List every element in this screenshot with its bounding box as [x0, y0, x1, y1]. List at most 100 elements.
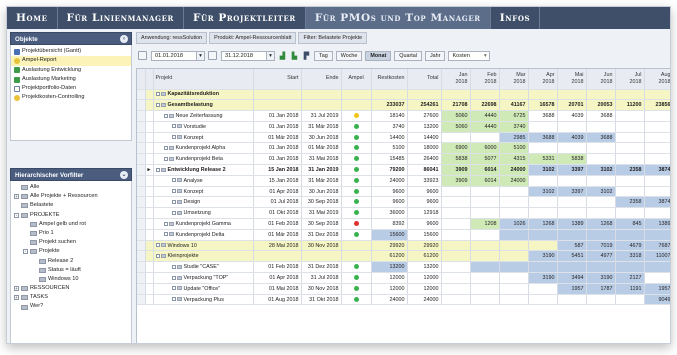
project-name-cell[interactable]: Entwicklung Release 2 [153, 164, 254, 176]
column-header[interactable]: Start [253, 69, 302, 90]
tree-toggle-icon[interactable] [155, 243, 160, 248]
period-button-quartal[interactable]: Quartal [394, 50, 422, 61]
period-button-tag[interactable]: Tag [314, 50, 333, 61]
expand-icon[interactable]: + [14, 194, 19, 200]
project-name-cell[interactable]: Windows 10 [153, 240, 254, 252]
filter-tree-item[interactable]: + TASKS [11, 293, 131, 302]
calendar-icon[interactable]: ▾ [266, 51, 274, 60]
row-checkbox[interactable] [137, 283, 146, 295]
row-checkbox[interactable] [137, 218, 146, 230]
filter-tree-item[interactable]: Wer? [11, 302, 131, 311]
row-checkbox[interactable] [137, 142, 146, 155]
tree-toggle-icon[interactable] [171, 189, 176, 194]
row-checkbox[interactable] [137, 99, 146, 112]
table-row[interactable]: Windows 10 28 Mai 2018 30 Nov 2018 29920 299… [137, 240, 670, 252]
grid-icon[interactable] [138, 51, 147, 60]
period-button-jahr[interactable]: Jahr [424, 50, 446, 61]
minus-icon[interactable] [208, 51, 217, 60]
filter-tree-item[interactable]: Alle [11, 183, 131, 192]
tree-collapse-icon[interactable]: ▙ [290, 51, 299, 60]
period-button-monat[interactable]: Monat [365, 50, 392, 61]
table-row[interactable]: Kundenprojekt Delta 01 Mär 2018 31 Dez 201… [137, 229, 670, 241]
project-name-cell[interactable]: Studie "CASE" [153, 261, 254, 274]
table-row[interactable]: Gesamtbelastung 233037 254261 21708 22698 411… [137, 99, 670, 112]
measure-select[interactable]: Kosten ▾ [448, 50, 491, 61]
row-checkbox[interactable] [137, 153, 146, 166]
row-checkbox[interactable] [137, 207, 146, 220]
filter-tree-item[interactable]: Release 2 [11, 257, 131, 266]
object-item-auslastung-marketing[interactable]: Auslastung Marketing [11, 75, 131, 84]
column-header[interactable]: Aug 2018 [644, 69, 670, 90]
filter-tree-item[interactable]: Belastete [11, 201, 131, 210]
tab-filter[interactable]: Filter: Belastete Projekte [298, 32, 368, 44]
column-header[interactable]: Apr 2018 [528, 69, 558, 90]
object-item-portfolio-daten[interactable]: Projektportfolio-Daten [11, 84, 131, 93]
object-item-auslastung-entwicklung[interactable]: Auslastung Entwicklung [11, 66, 131, 75]
project-name-cell[interactable]: Verpackung "TOP" [153, 272, 254, 284]
table-row[interactable]: Verpackung "TOP" 01 Apr 2018 31 Jul 2018 12… [137, 272, 670, 284]
row-checkbox[interactable] [137, 89, 146, 101]
row-checkbox[interactable] [137, 294, 146, 306]
project-name-cell[interactable]: Design [153, 196, 254, 209]
table-row[interactable]: Kundenprojekt Gamma 01 Feb 2018 30 Sep 201… [137, 218, 670, 230]
row-checkbox[interactable] [137, 261, 146, 274]
filter-tree-item[interactable]: Projekt suchen [11, 238, 131, 247]
table-row[interactable]: Konzept 01 Mär 2018 30 Jun 2018 14400 14400 2… [137, 132, 670, 144]
project-name-cell[interactable]: Neue Zeiterfassung [153, 110, 254, 122]
table-row[interactable]: Studie "CASE" 01 Feb 2018 31 Dez 2018 13200… [137, 261, 670, 274]
project-name-cell[interactable]: Konzept [153, 132, 254, 144]
collapse-icon[interactable]: - [14, 212, 19, 218]
tree-toggle-icon[interactable] [163, 156, 168, 161]
date-to-field[interactable]: 31.12.2018 ▾ [221, 50, 275, 61]
tree-toggle-icon[interactable] [171, 297, 176, 302]
tree-toggle-icon[interactable] [163, 232, 168, 237]
row-checkbox[interactable] [137, 229, 146, 241]
column-header[interactable]: Jun 2018 [586, 69, 616, 90]
table-row[interactable]: ▸ Entwicklung Release 2 15 Jan 2018 31 Jan … [137, 164, 670, 176]
nav-tab-projektleiter[interactable]: Für Projektleiter [184, 7, 306, 29]
row-checkbox[interactable] [137, 250, 146, 263]
tree-toggle-icon[interactable] [171, 178, 176, 183]
row-checkbox[interactable] [137, 196, 146, 209]
project-name-cell[interactable]: Konzept [153, 186, 254, 198]
period-button-woche[interactable]: Woche [335, 50, 363, 61]
tree-level-icon[interactable]: ▛ [302, 51, 311, 60]
table-row[interactable]: Kundenprojekt Alpha 01 Jan 2018 01 Mär 201… [137, 142, 670, 155]
nav-tab-infos[interactable]: Infos [491, 7, 541, 29]
filter-tree-item[interactable]: Prio 1 [11, 229, 131, 238]
filter-tree-item[interactable]: + RESSOURCEN [11, 284, 131, 293]
project-name-cell[interactable]: Kleinprojekte [153, 250, 254, 263]
calendar-icon[interactable]: ▾ [196, 51, 204, 60]
project-name-cell[interactable]: Kundenprojekt Alpha [153, 142, 254, 155]
table-row[interactable]: Neue Zeiterfassung 01 Jan 2018 31 Jul 2019… [137, 110, 670, 122]
column-header[interactable]: Ampel [341, 69, 372, 90]
tree-toggle-icon[interactable] [163, 145, 168, 150]
column-header[interactable]: Mai 2018 [557, 69, 587, 90]
expand-icon[interactable]: + [14, 295, 19, 301]
tree-toggle-icon[interactable] [155, 167, 160, 172]
table-row[interactable]: Umsetzung 01 Okt 2018 31 Mai 2019 36000 1291… [137, 207, 670, 220]
row-checkbox[interactable] [137, 121, 146, 133]
tree-toggle-icon[interactable] [171, 275, 176, 280]
tab-anwendung[interactable]: Anwendung: ressSolution [136, 32, 208, 44]
project-name-cell[interactable]: Vorstudie [153, 121, 254, 133]
filter-tree-item[interactable]: Status = läuft [11, 266, 131, 275]
tree-toggle-icon[interactable] [155, 102, 160, 107]
column-header[interactable]: Total [407, 69, 442, 90]
row-checkbox[interactable] [137, 186, 146, 198]
row-checkbox[interactable] [137, 175, 146, 187]
tab-produkt[interactable]: Produkt: Ampel-Ressourcenblatt [209, 32, 297, 44]
table-row[interactable]: Konzept 01 Apr 2018 30 Jun 2018 9600 9600 310… [137, 186, 670, 198]
filter-tree-item[interactable]: Windows 10 [11, 275, 131, 284]
tree-toggle-icon[interactable] [171, 135, 176, 140]
table-row[interactable]: Kundenprojekt Beta 01 Jan 2018 31 Mai 2018… [137, 153, 670, 166]
collapse-icon[interactable]: - [23, 249, 28, 255]
project-name-cell[interactable]: Umsetzung [153, 207, 254, 220]
table-row[interactable]: Analyse 15 Jan 2018 31 Mär 2018 24000 33923 3… [137, 175, 670, 187]
project-name-cell[interactable]: Kundenprojekt Delta [153, 229, 254, 241]
project-name-cell[interactable]: Analyse [153, 175, 254, 187]
tree-toggle-icon[interactable] [171, 210, 176, 215]
nav-tab-home[interactable]: Home [7, 7, 58, 29]
project-name-cell[interactable]: Kapazitätsreduktion [153, 89, 254, 101]
filter-tree-item[interactable]: - PROJEKTE [11, 211, 131, 220]
